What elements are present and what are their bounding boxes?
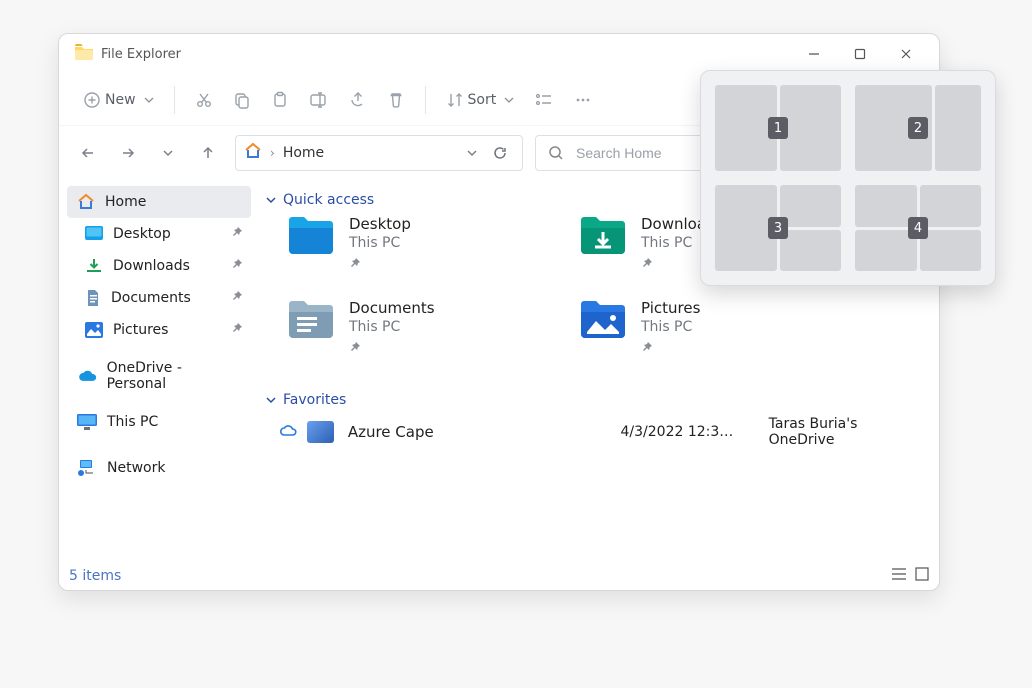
title-bar: File Explorer — [59, 34, 939, 74]
new-button[interactable]: New — [73, 82, 164, 118]
app-icon — [75, 44, 93, 64]
pin-icon — [231, 322, 243, 338]
view-options-button[interactable] — [524, 82, 564, 118]
sidebar-item-downloads[interactable]: Downloads — [67, 250, 251, 282]
favorite-item[interactable]: Azure Cape 4/3/2022 12:3… Taras Buria's … — [279, 416, 921, 448]
status-bar: 5 items — [59, 562, 939, 590]
snap-layout-2[interactable]: 2 — [855, 85, 981, 171]
recent-locations-button[interactable] — [153, 138, 183, 168]
close-button[interactable] — [883, 38, 929, 70]
desktop-icon — [85, 226, 103, 242]
sidebar-item-desktop[interactable]: Desktop — [67, 218, 251, 250]
more-button[interactable] — [564, 82, 602, 118]
forward-button[interactable] — [113, 138, 143, 168]
tile-documents[interactable]: Documents This PC — [287, 298, 567, 374]
documents-icon — [85, 289, 101, 307]
pin-icon — [231, 290, 243, 306]
pictures-icon — [85, 322, 103, 338]
pin-icon — [231, 226, 243, 242]
rename-button[interactable] — [299, 82, 339, 118]
favorite-thumbnail — [307, 421, 334, 443]
pin-icon — [349, 341, 435, 357]
window-title: File Explorer — [101, 47, 181, 62]
breadcrumb-home[interactable]: Home — [283, 145, 458, 161]
back-button[interactable] — [73, 138, 103, 168]
paste-button[interactable] — [261, 82, 299, 118]
snap-layout-4[interactable]: 4 — [855, 185, 981, 271]
minimize-button[interactable] — [791, 38, 837, 70]
pin-icon — [641, 341, 700, 357]
up-button[interactable] — [193, 138, 223, 168]
sort-button[interactable]: Sort — [436, 82, 525, 118]
navigation-pane: Home Desktop Downloads Documents Picture… — [59, 180, 251, 562]
cut-button[interactable] — [185, 82, 223, 118]
folder-pictures-icon — [579, 298, 627, 340]
pin-icon — [349, 257, 411, 273]
snap-layouts-flyout: 1 2 3 4 — [700, 70, 996, 286]
group-header-favorites[interactable]: Favorites — [265, 392, 921, 408]
maximize-button[interactable] — [837, 38, 883, 70]
refresh-button[interactable] — [486, 139, 514, 167]
sidebar-item-onedrive[interactable]: OneDrive - Personal — [67, 360, 251, 392]
onedrive-icon — [77, 369, 97, 383]
copy-button[interactable] — [223, 82, 261, 118]
folder-desktop-icon — [287, 214, 335, 256]
status-text: 5 items — [69, 568, 121, 584]
breadcrumb-separator: › — [270, 146, 275, 160]
delete-button[interactable] — [377, 82, 415, 118]
tile-pictures[interactable]: Pictures This PC — [579, 298, 859, 374]
folder-documents-icon — [287, 298, 335, 340]
home-icon — [77, 193, 95, 211]
address-dropdown[interactable] — [458, 139, 486, 167]
download-icon — [85, 258, 103, 274]
chevron-down-icon — [265, 194, 277, 206]
folder-downloads-icon — [579, 214, 627, 256]
search-icon — [548, 145, 564, 161]
share-button[interactable] — [339, 82, 377, 118]
pin-icon — [231, 258, 243, 274]
sidebar-item-documents[interactable]: Documents — [67, 282, 251, 314]
monitor-icon — [77, 414, 97, 430]
snap-layout-1[interactable]: 1 — [715, 85, 841, 171]
cloud-status-icon — [279, 423, 297, 441]
network-icon — [77, 460, 97, 476]
sidebar-item-this-pc[interactable]: This PC — [67, 406, 251, 438]
home-icon — [244, 142, 262, 164]
sidebar-item-pictures[interactable]: Pictures — [67, 314, 251, 346]
snap-layout-3[interactable]: 3 — [715, 185, 841, 271]
address-bar[interactable]: › Home — [235, 135, 523, 171]
sidebar-item-network[interactable]: Network — [67, 452, 251, 484]
sidebar-item-home[interactable]: Home — [67, 186, 251, 218]
large-icons-view-button[interactable] — [915, 567, 929, 585]
details-view-button[interactable] — [891, 567, 907, 585]
tile-desktop[interactable]: Desktop This PC — [287, 214, 567, 290]
chevron-down-icon — [265, 394, 277, 406]
